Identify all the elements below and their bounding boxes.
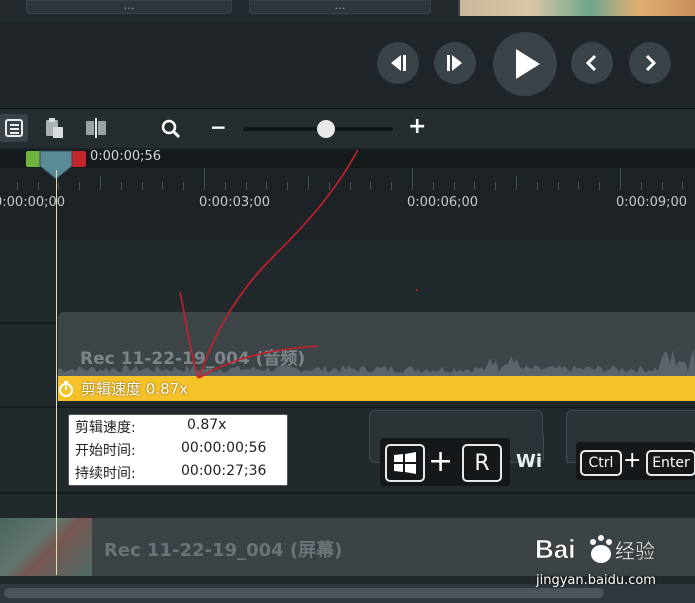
baidu-logo-icon: Bai 经验	[535, 534, 656, 565]
baidu-watermark: Bai 经验	[535, 530, 665, 574]
watermark-url: jingyan.baidu.com	[536, 573, 656, 588]
svg-text:经验: 经验	[615, 539, 655, 563]
svg-text:Bai: Bai	[535, 534, 575, 564]
annotation-arrow	[179, 149, 418, 379]
